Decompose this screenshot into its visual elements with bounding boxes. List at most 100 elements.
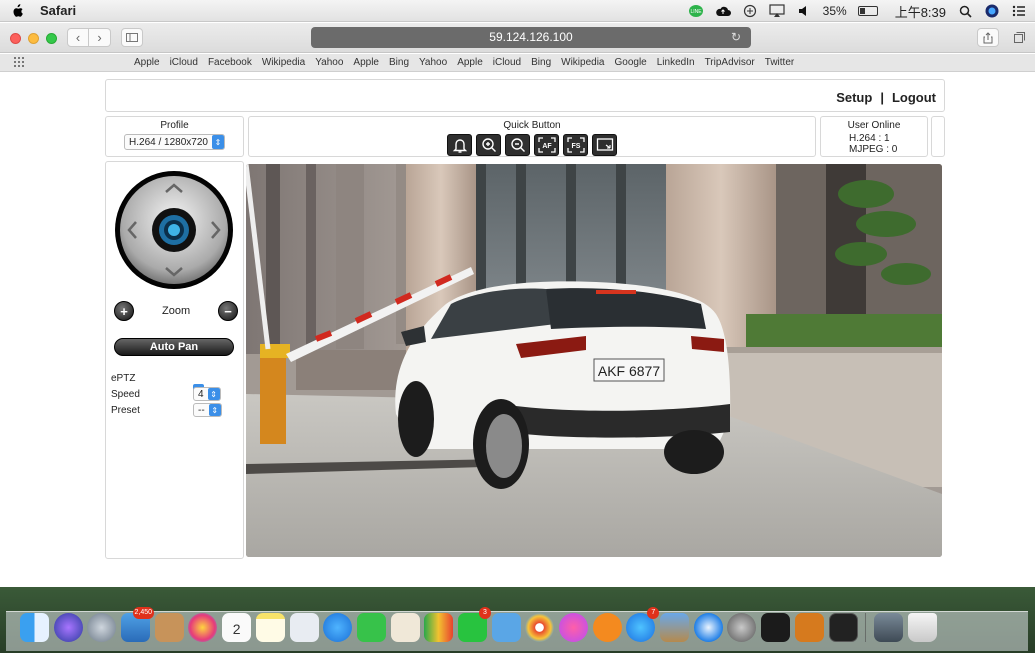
spotlight-icon[interactable] — [957, 4, 973, 18]
bookmark-item[interactable]: LinkedIn — [657, 57, 695, 68]
bookmark-item[interactable]: iCloud — [493, 57, 521, 68]
select-arrows-icon: ⇕ — [211, 135, 224, 149]
forward-button[interactable]: › — [89, 28, 111, 47]
preset-select[interactable]: -- ⇕ — [193, 403, 222, 417]
trash-icon[interactable] — [907, 613, 937, 642]
launchpad-icon[interactable] — [87, 613, 117, 642]
zoom-in-button[interactable] — [476, 134, 501, 156]
system-preferences-icon[interactable] — [727, 613, 757, 642]
ibooks-icon[interactable] — [592, 613, 622, 642]
share-button[interactable] — [977, 28, 999, 47]
textedit-icon[interactable] — [390, 613, 420, 642]
calendar-icon[interactable]: 2 — [222, 613, 252, 642]
top-sites-grid-icon[interactable] — [14, 57, 26, 67]
clock[interactable]: 上午8:39 — [895, 2, 946, 21]
battery-percent: 35% — [822, 4, 847, 18]
alarm-button[interactable] — [447, 134, 472, 156]
notification-list-icon[interactable] — [1011, 4, 1027, 18]
bookmark-item[interactable]: Facebook — [208, 57, 252, 68]
bookmark-item[interactable]: Apple — [134, 57, 160, 68]
chrome-icon[interactable] — [525, 613, 555, 642]
back-button[interactable]: ‹ — [67, 28, 89, 47]
safari-dock-icon[interactable] — [693, 613, 723, 642]
fullscreen-button[interactable] — [592, 134, 617, 156]
dock-icon-row: 2,450 2 3 7 — [20, 607, 937, 642]
bookmark-item[interactable]: Bing — [389, 57, 409, 68]
terminal-icon[interactable] — [828, 613, 858, 642]
bookmark-item[interactable]: Twitter — [765, 57, 794, 68]
fullscreen-icon — [596, 138, 613, 151]
volume-icon[interactable] — [796, 4, 812, 18]
focus-button[interactable]: FS — [563, 134, 588, 156]
bookmark-item[interactable]: Bing — [531, 57, 551, 68]
zoom-out-button[interactable] — [505, 134, 530, 156]
activity-monitor-icon[interactable] — [761, 613, 791, 642]
preset-value: -- — [198, 404, 205, 416]
contacts-icon[interactable] — [154, 613, 184, 642]
battery-level-fill — [859, 8, 866, 14]
ptz-direction-pad[interactable] — [114, 170, 234, 290]
profile-select[interactable]: H.264 / 1280x720 ⇕ — [124, 134, 225, 150]
user-online-values: H.264 : 1 MJPEG : 0 — [849, 133, 927, 155]
focus-icon: FS — [566, 137, 585, 153]
cloud-icon[interactable] — [715, 4, 731, 18]
facetime-icon[interactable] — [356, 613, 386, 642]
active-app-name[interactable]: Safari — [40, 3, 76, 18]
notes-icon[interactable] — [255, 613, 285, 642]
close-window-button[interactable] — [10, 33, 21, 44]
zoom-in-ptz-button[interactable]: + — [114, 301, 134, 321]
airplay-icon[interactable] — [769, 4, 785, 18]
downloads-stack-icon[interactable] — [873, 613, 903, 642]
numbers-icon[interactable] — [424, 613, 454, 642]
speed-select[interactable]: 4 ⇕ — [193, 387, 221, 401]
messages-icon[interactable] — [323, 613, 353, 642]
bookmark-item[interactable]: Google — [615, 57, 647, 68]
apple-logo-icon[interactable] — [10, 3, 24, 18]
zoom-out-ptz-button[interactable]: − — [218, 301, 238, 321]
bookmarks-bar: Apple iCloud Facebook Wikipedia Yahoo Ap… — [0, 54, 1035, 72]
reload-icon[interactable]: ↻ — [731, 27, 741, 48]
bookmark-item[interactable]: TripAdvisor — [705, 57, 755, 68]
fullscreen-window-button[interactable] — [46, 33, 57, 44]
line-icon[interactable]: LINE — [688, 4, 704, 18]
photo-app-icon[interactable]: 2,450 — [121, 607, 155, 642]
siri-icon[interactable] — [984, 4, 1000, 18]
eptz-label: ePTZ — [111, 373, 136, 384]
mjpeg-users: MJPEG : 0 — [849, 144, 898, 155]
app-store-icon[interactable]: 7 — [626, 607, 660, 642]
logout-link[interactable]: Logout — [892, 90, 936, 105]
setup-link[interactable]: Setup — [836, 90, 872, 105]
bookmark-item[interactable]: Wikipedia — [262, 57, 305, 68]
bookmark-item[interactable]: Yahoo — [315, 57, 343, 68]
finder-icon[interactable] — [20, 613, 49, 642]
preview-icon[interactable] — [289, 613, 319, 642]
battery-icon[interactable] — [857, 6, 878, 16]
siri-dock-icon[interactable] — [53, 613, 83, 642]
user-online-title: User Online — [847, 120, 901, 131]
image-capture-icon[interactable] — [660, 613, 690, 642]
address-bar[interactable]: 59.124.126.100 ↻ — [311, 27, 751, 48]
h264-users: H.264 : 1 — [849, 133, 890, 144]
auto-pan-button[interactable]: Auto Pan — [114, 338, 234, 356]
bookmark-item[interactable]: Yahoo — [419, 57, 447, 68]
sidebar-toggle-button[interactable] — [121, 28, 143, 47]
bookmark-item[interactable]: Apple — [353, 57, 379, 68]
keynote-icon[interactable] — [491, 613, 521, 642]
photos-icon[interactable] — [188, 613, 218, 642]
update-count-badge: 2,450 — [132, 607, 155, 619]
svg-text:LINE: LINE — [690, 9, 702, 15]
dock-separator — [865, 613, 867, 642]
show-tabs-button[interactable] — [1008, 28, 1030, 47]
itunes-icon[interactable] — [559, 613, 588, 642]
minimize-window-button[interactable] — [28, 33, 39, 44]
camera-web-page: Setup | Logout Profile H.264 / 1280x720 … — [0, 73, 1035, 587]
bookmark-item[interactable]: Wikipedia — [561, 57, 604, 68]
bookmark-item[interactable]: Apple — [457, 57, 483, 68]
live-video-view[interactable]: AKF 6877 — [246, 164, 942, 557]
sublime-text-icon[interactable] — [794, 613, 824, 642]
bookmark-item[interactable]: iCloud — [170, 57, 198, 68]
user-online-panel: User Online H.264 : 1 MJPEG : 0 — [820, 116, 928, 157]
auto-focus-button[interactable]: AF — [534, 134, 559, 156]
line-app-icon[interactable]: 3 — [457, 607, 491, 642]
sync-icon[interactable] — [742, 4, 758, 18]
